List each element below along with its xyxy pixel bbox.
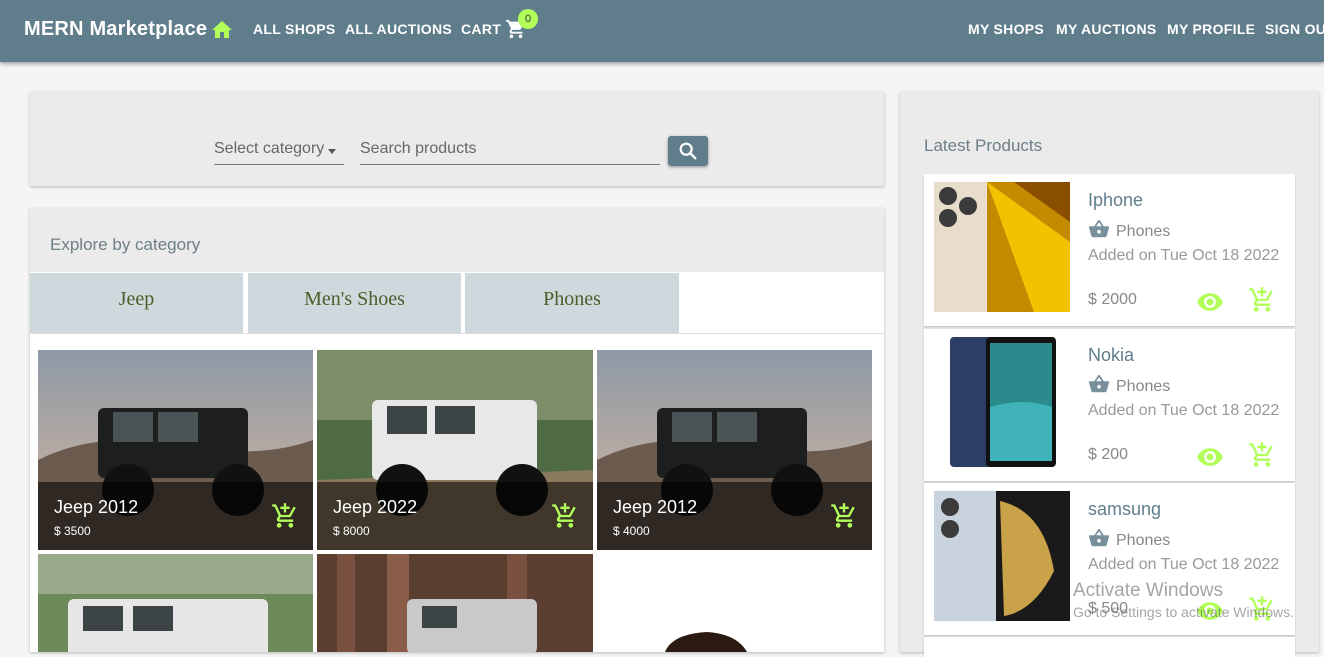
nav-all-auctions[interactable]: ALL AUCTIONS [345,21,452,37]
explore-header: Explore by category [30,208,884,272]
eye-icon[interactable] [1196,288,1224,316]
latest-product-item[interactable]: Nokia Phones Added on Tue Oct 18 2022 $ … [924,329,1295,481]
explore-title: Explore by category [50,235,201,254]
samsung-image [934,491,1070,621]
jeep-forest-image [317,554,593,652]
nav-my-profile[interactable]: MY PROFILE [1167,21,1255,37]
basket-icon [1088,219,1110,238]
product-date: Added on Tue Oct 18 2022 [1088,247,1280,264]
nav-my-shops[interactable]: MY SHOPS [968,21,1044,37]
category-select-label: Select category [214,140,325,157]
tile-price: $ 8000 [333,524,370,538]
product-tile[interactable]: Jeep 2012 $ 4000 [597,350,872,550]
windows-activation-hint: Go to Settings to activate Windows. [1073,604,1294,620]
jeep-white-image [38,554,313,652]
tile-price: $ 3500 [54,524,91,538]
product-category: Phones [1116,378,1171,395]
product-tile[interactable] [38,554,313,652]
add-to-cart-icon[interactable] [1248,286,1276,314]
nokia-image [934,337,1070,467]
product-tile[interactable] [317,554,593,652]
app-bar: MERN Marketplace ALL SHOPS ALL AUCTIONS … [0,0,1324,62]
product-name[interactable]: Iphone [1088,190,1143,211]
product-name[interactable]: samsung [1088,499,1161,520]
chevron-down-icon [328,149,336,154]
add-to-cart-icon[interactable] [830,502,858,530]
explore-card: Explore by category Jeep Men's Shoes Pho… [30,208,884,652]
search-input[interactable]: Search products [360,140,660,165]
tab-jeep[interactable]: Jeep [30,273,243,333]
product-category: Phones [1116,223,1171,240]
category-select[interactable]: Select category [214,140,344,165]
search-button[interactable] [668,136,708,166]
eye-icon[interactable] [1196,443,1224,471]
search-icon [679,142,697,160]
latest-title: Latest Products [924,136,1043,155]
tile-price: $ 4000 [613,524,650,538]
basket-icon [1088,374,1110,393]
latest-products-card: Latest Products Iphone Phones Added on T… [900,92,1319,657]
tile-name: Jeep 2012 [613,497,698,517]
home-icon[interactable] [210,18,234,42]
brand-title: MERN Marketplace [24,18,208,40]
iphone-image [934,182,1070,312]
tabs-divider [30,333,884,334]
product-tile[interactable] [597,554,872,652]
product-price: $ 2000 [1088,291,1137,308]
basket-icon [1088,528,1110,547]
tab-mens-shoes[interactable]: Men's Shoes [248,273,461,333]
product-name[interactable]: Nokia [1088,345,1134,366]
product-tile[interactable]: Jeep 2012 $ 3500 [38,350,313,550]
windows-activation-watermark: Activate Windows [1073,580,1223,601]
nav-all-shops[interactable]: ALL SHOPS [253,21,336,37]
search-card: Select category Search products [30,92,884,186]
product-price: $ 200 [1088,446,1129,463]
add-to-cart-icon[interactable] [271,502,299,530]
nav-my-auctions[interactable]: MY AUCTIONS [1056,21,1157,37]
cart-count-badge: 0 [518,9,538,29]
product-category: Phones [1116,532,1171,549]
nav-sign-out[interactable]: SIGN OUT [1265,21,1324,37]
product-date: Added on Tue Oct 18 2022 [1088,402,1280,419]
tab-phones[interactable]: Phones [465,273,679,333]
product-tile[interactable]: Jeep 2022 $ 8000 [317,350,593,550]
latest-product-item[interactable] [924,637,1295,657]
tile-name: Jeep 2022 [333,497,418,517]
tile-name: Jeep 2012 [54,497,139,517]
nav-cart[interactable]: CART [461,21,501,37]
shoe-image [665,632,747,652]
add-to-cart-icon[interactable] [551,502,579,530]
product-date: Added on Tue Oct 18 2022 [1088,556,1280,573]
add-to-cart-icon[interactable] [1248,441,1276,469]
latest-product-item[interactable]: Iphone Phones Added on Tue Oct 18 2022 $… [924,174,1295,326]
